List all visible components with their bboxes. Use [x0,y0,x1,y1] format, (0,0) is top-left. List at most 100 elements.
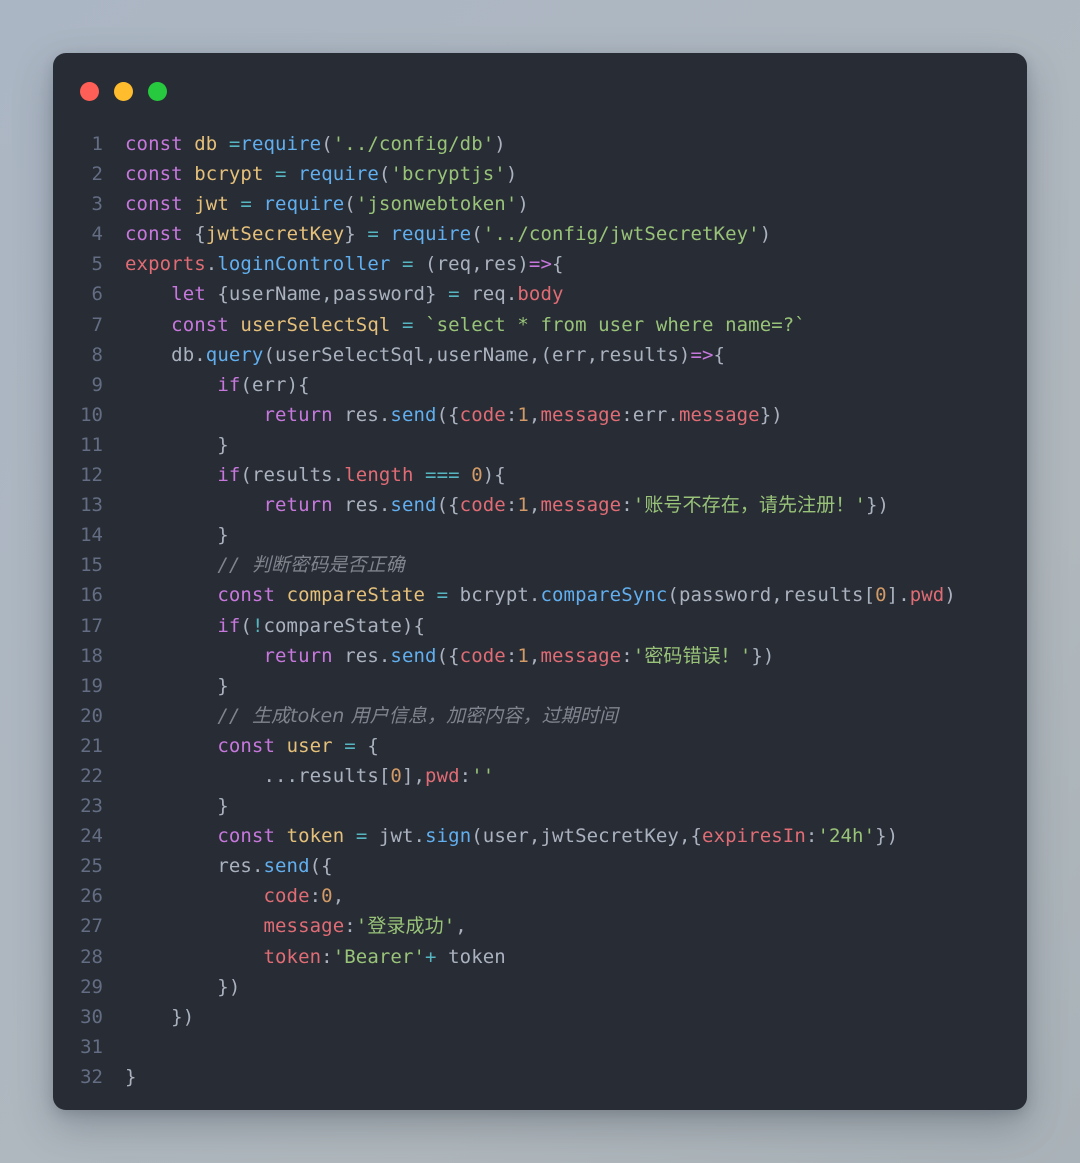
code-line: 6 let {userName,password} = req.body [53,279,1027,309]
code-line: 24 const token = jwt.sign(user,jwtSecret… [53,821,1027,851]
code-line: 7 const userSelectSql = `select * from u… [53,310,1027,340]
line-number: 4 [91,223,103,246]
line-number: 8 [91,343,103,366]
code-line: 31 [53,1032,1027,1062]
line-number: 14 [80,524,103,547]
line-number: 6 [91,283,103,306]
line-content: } [125,1065,137,1088]
code-line: 16 const compareState = bcrypt.compareSy… [53,580,1027,610]
line-content: const compareState = bcrypt.compareSync(… [217,584,956,607]
line-content: }) [125,1005,195,1028]
screenshot-stage: 1 const db =require('../config/db') 2 co… [0,0,1080,1163]
line-content: ...results[0],pwd:'' [263,764,495,787]
code-window: 1 const db =require('../config/db') 2 co… [53,53,1027,1110]
line-content: const user = { [217,734,379,757]
code-line: 4 const {jwtSecretKey} = require('../con… [53,219,1027,249]
line-content: const bcrypt = require('bcryptjs') [125,163,518,186]
code-line: 32 } [53,1062,1027,1092]
line-content: } [125,524,229,547]
code-line: 11 } [53,430,1027,460]
line-number: 22 [80,764,103,787]
code-line: 28 token:'Bearer'+ token [53,942,1027,972]
code-line: 5 exports.loginController = (req,res)=>{ [53,249,1027,279]
line-content: } [125,433,229,456]
code-line: 14 } [53,520,1027,550]
minimize-window-icon[interactable] [114,81,133,101]
line-number: 11 [80,433,103,456]
code-line: 21 const user = { [53,731,1027,761]
line-number: 9 [91,373,103,396]
line-number: 28 [80,945,103,968]
window-titlebar [53,53,1027,129]
code-line: 15 // 判断密码是否正确 [53,550,1027,580]
line-content: const token = jwt.sign(user,jwtSecretKey… [217,825,899,848]
line-number: 18 [80,644,103,667]
line-number: 19 [80,674,103,697]
line-number: 29 [80,975,103,998]
code-line: 29 }) [53,972,1027,1002]
line-content: }) [125,975,241,998]
code-line: 13 return res.send({code:1,message:'账号不存… [53,490,1027,520]
code-line: 17 if(!compareState){ [53,611,1027,641]
line-number: 25 [80,855,103,878]
line-number: 5 [91,253,103,276]
code-line: 2 const bcrypt = require('bcryptjs') [53,159,1027,189]
code-line: 10 return res.send({code:1,message:err.m… [53,400,1027,430]
code-line: 19 } [53,671,1027,701]
line-number: 32 [80,1065,103,1088]
line-number: 20 [80,704,103,727]
line-content: if(err){ [217,373,310,396]
line-number: 15 [80,554,103,577]
line-number: 23 [80,795,103,818]
code-line: 12 if(results.length === 0){ [53,460,1027,490]
line-number: 12 [80,464,103,487]
line-content: let {userName,password} = req.body [171,283,564,306]
code-line: 22 ...results[0],pwd:'' [53,761,1027,791]
code-line: 18 return res.send({code:1,message:'密码错误… [53,641,1027,671]
line-number: 16 [80,584,103,607]
code-line: 26 code:0, [53,881,1027,911]
code-line: 27 message:'登录成功', [53,911,1027,941]
line-content: const jwt = require('jsonwebtoken') [125,193,529,216]
line-content: const db =require('../config/db') [125,133,506,155]
line-content: } [125,674,229,697]
code-line: 20 // 生成token 用户信息，加密内容，过期时间 [53,701,1027,731]
line-content: const {jwtSecretKey} = require('../confi… [125,223,772,246]
code-line: 25 res.send({ [53,851,1027,881]
line-number: 7 [91,313,103,336]
line-content: const userSelectSql = `select * from use… [171,313,806,336]
line-content: code:0, [263,885,345,908]
line-number: 31 [80,1035,103,1058]
line-number: 17 [80,614,103,637]
line-number: 21 [80,734,103,757]
line-content: return res.send({code:1,message:'账号不存在，请… [263,494,890,517]
line-content: if(results.length === 0){ [217,464,506,487]
line-number: 13 [80,494,103,517]
maximize-window-icon[interactable] [148,81,167,101]
line-content: db.query(userSelectSql,userName,(err,res… [171,343,726,366]
line-number: 2 [91,163,103,186]
line-content: token:'Bearer'+ token [263,945,506,968]
line-content [125,1032,1027,1062]
line-content: message:'登录成功', [263,915,467,938]
code-line: 9 if(err){ [53,370,1027,400]
line-content: exports.loginController = (req,res)=>{ [125,253,564,276]
line-number: 24 [80,825,103,848]
code-line: 3 const jwt = require('jsonwebtoken') [53,189,1027,219]
code-line: 8 db.query(userSelectSql,userName,(err,r… [53,340,1027,370]
code-editor[interactable]: 1 const db =require('../config/db') 2 co… [53,129,1027,1092]
line-content: // 生成token 用户信息，加密内容，过期时间 [217,704,618,727]
line-number: 10 [80,403,103,426]
code-line: 30 }) [53,1002,1027,1032]
close-window-icon[interactable] [80,81,99,101]
line-number: 30 [80,1005,103,1028]
line-number: 27 [80,915,103,938]
line-content: if(!compareState){ [217,614,426,637]
line-number: 26 [80,885,103,908]
line-content: return res.send({code:1,message:'密码错误！'}… [263,644,775,667]
code-line: 1 const db =require('../config/db') [53,129,1027,159]
line-content: return res.send({code:1,message:err.mess… [263,403,783,426]
line-content: } [125,795,229,818]
line-number: 3 [91,193,103,216]
line-content: res.send({ [217,855,333,878]
